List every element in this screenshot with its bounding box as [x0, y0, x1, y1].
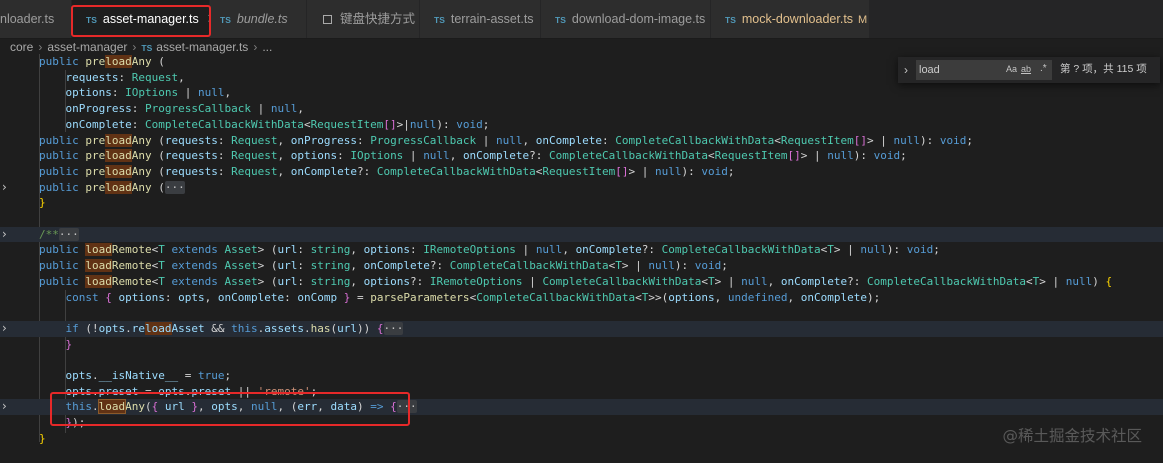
code-line[interactable]	[0, 352, 1163, 368]
watermark: @稀土掘金技术社区	[1002, 427, 1142, 445]
typescript-icon: TS	[725, 15, 736, 25]
typescript-icon: TS	[434, 15, 445, 25]
tab-terrain-asset[interactable]: TS terrain-asset.ts	[420, 0, 541, 38]
chevron-right-icon: ›	[253, 40, 258, 54]
code-line[interactable]: }	[0, 337, 1163, 353]
tab-bundle[interactable]: TS bundle.ts	[210, 0, 307, 38]
code-line[interactable]: public loadRemote<T extends Asset> (url:…	[0, 274, 1163, 290]
find-result-count: 第 ? 项，共 115 项	[1060, 63, 1147, 75]
code-line-folded[interactable]: › this.loadAny({ url }, opts, null, (err…	[0, 399, 1163, 416]
code-line[interactable]: public preloadAny (requests: Request, on…	[0, 164, 1163, 180]
chevron-right-icon[interactable]: ›	[2, 399, 7, 415]
code-line[interactable]: public preloadAny (requests: Request, on…	[0, 133, 1163, 149]
tab-download-dom-image[interactable]: TS download-dom-image.ts	[541, 0, 711, 38]
breadcrumb-item-core[interactable]: core	[0, 40, 33, 54]
code-line[interactable]: opts.__isNative__ = true;	[0, 368, 1163, 384]
code-line[interactable]: }	[0, 195, 1163, 211]
code-line[interactable]: onProgress: ProgressCallback | null,	[0, 101, 1163, 117]
breadcrumb-item-file[interactable]: asset-manager.ts	[156, 40, 248, 54]
chevron-right-icon[interactable]: ›	[904, 63, 908, 77]
code-line[interactable]: public loadRemote<T extends Asset> (url:…	[0, 242, 1163, 258]
tab-label: nloader.ts	[0, 12, 55, 26]
tab-label: download-dom-image.ts	[571, 12, 706, 26]
tab-label: terrain-asset.ts	[450, 12, 534, 26]
whole-word-icon[interactable]: ab	[1021, 62, 1031, 76]
code-line[interactable]	[0, 305, 1163, 321]
tab-mock-downloader[interactable]: TS mock-downloader.ts M	[711, 0, 870, 38]
find-widget: › load Aa ab .* 第 ? 项，共 115 项	[898, 57, 1160, 83]
tab-label: bundle.ts	[236, 12, 288, 26]
breadcrumb: core › asset-manager › TS asset-manager.ts ›..…	[0, 39, 1163, 55]
chevron-right-icon: ›	[132, 40, 137, 54]
code-line[interactable]: }	[0, 431, 1163, 447]
code-line[interactable]: public preloadAny (requests: Request, op…	[0, 148, 1163, 164]
keyboard-shortcuts-icon	[323, 15, 332, 24]
code-line[interactable]: onComplete: CompleteCallbackWithData<Req…	[0, 117, 1163, 133]
code-line[interactable]: opts.preset = opts.preset || 'remote';	[0, 384, 1163, 400]
code-line[interactable]: public loadRemote<T extends Asset> (url:…	[0, 258, 1163, 274]
tab-asset-manager[interactable]: TSasset-manager.ts✕	[72, 0, 210, 38]
breadcrumb-item-folder[interactable]: asset-manager	[47, 40, 127, 54]
tab-label: mock-downloader.ts	[741, 12, 854, 26]
code-line-folded[interactable]: › if (!opts.reloadAsset && this.assets.h…	[0, 320, 1163, 337]
code-line[interactable]: });	[0, 415, 1163, 431]
typescript-icon: TS	[86, 15, 97, 25]
chevron-right-icon[interactable]: ›	[2, 180, 7, 196]
breadcrumb-item-symbol[interactable]: ...	[262, 40, 272, 54]
typescript-icon: TS	[141, 43, 153, 53]
find-input[interactable]: load	[916, 60, 1052, 80]
regex-icon[interactable]: .*	[1040, 62, 1047, 76]
modified-badge: M	[858, 14, 868, 26]
tab-label: asset-manager.ts	[102, 12, 199, 26]
tab-label: 键盘快捷方式	[340, 12, 416, 26]
tab-downloader[interactable]: nloader.ts	[0, 0, 72, 38]
code-line[interactable]: const { options: opts, onComplete: onCom…	[0, 290, 1163, 306]
code-line[interactable]	[0, 211, 1163, 227]
tab-keyboard-shortcuts[interactable]: 键盘快捷方式	[307, 0, 420, 38]
typescript-icon: TS	[220, 15, 231, 25]
match-case-icon[interactable]: Aa	[1006, 62, 1017, 76]
typescript-icon: TS	[555, 15, 566, 25]
editor-tab-bar: nloader.ts TSasset-manager.ts✕ TSbundle.…	[0, 0, 1163, 39]
chevron-right-icon[interactable]: ›	[2, 227, 7, 243]
code-line-folded[interactable]: › public preloadAny (···	[0, 180, 1163, 196]
chevron-right-icon[interactable]: ›	[2, 321, 7, 337]
code-line[interactable]: options: IOptions | null,	[0, 85, 1163, 101]
chevron-right-icon: ›	[38, 40, 43, 54]
code-line-folded[interactable]: ›/**···	[0, 226, 1163, 243]
